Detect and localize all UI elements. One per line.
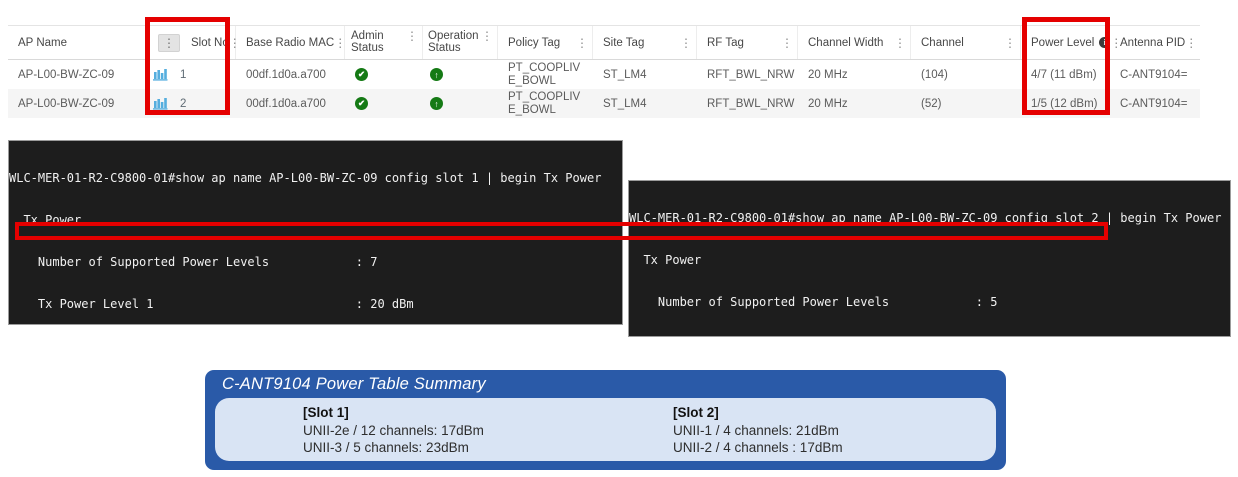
operation-status-up-icon: ↑ bbox=[430, 97, 443, 110]
rf-tag-cell: RFT_BWL_NRW bbox=[697, 60, 798, 89]
site-tag-cell: ST_LM4 bbox=[593, 60, 697, 89]
operation-status-up-icon: ↑ bbox=[430, 68, 443, 81]
column-header-rf-tag[interactable]: RF Tag ⋮ bbox=[697, 26, 798, 59]
column-label: Channel bbox=[921, 37, 964, 49]
column-header-base-radio-mac[interactable]: Base Radio MAC ⋮ bbox=[236, 26, 345, 59]
cli-output-slot1: WLC-MER-01-R2-C9800-01#show ap name AP-L… bbox=[8, 140, 623, 325]
summary-line: UNII-3 / 5 channels: 23dBm bbox=[303, 439, 484, 457]
terminal-line: Tx Power bbox=[9, 213, 622, 227]
cli-output-slot2: WLC-MER-01-R2-C9800-01#show ap name AP-L… bbox=[628, 180, 1231, 337]
column-label: Admin Status bbox=[351, 30, 403, 54]
column-menu-icon[interactable]: ⋮ bbox=[1004, 37, 1016, 49]
base-radio-mac-cell: 00df.1d0a.a700 bbox=[236, 60, 345, 89]
admin-status-up-icon: ✔ bbox=[355, 68, 368, 81]
column-header-antenna-pid[interactable]: Antenna PID ⋮ bbox=[1110, 26, 1200, 59]
base-radio-mac-cell: 00df.1d0a.a700 bbox=[236, 89, 345, 118]
summary-slot1-heading: [Slot 1] bbox=[303, 404, 484, 422]
operation-status-cell: ↑ bbox=[423, 89, 498, 118]
column-menu-icon[interactable]: ⋮ bbox=[680, 37, 692, 49]
policy-tag-cell: PT_COOPLIVE_BOWL bbox=[498, 89, 593, 118]
power-table-summary-callout: C-ANT9104 Power Table Summary [Slot 1] U… bbox=[205, 370, 1006, 470]
terminal-line: Tx Power bbox=[629, 253, 1230, 267]
policy-tag-cell: PT_COOPLIVE_BOWL bbox=[498, 60, 593, 89]
admin-status-cell: ✔ bbox=[345, 60, 423, 89]
antenna-pid-cell: C-ANT9104= bbox=[1110, 89, 1200, 118]
summary-line: UNII-2 / 4 channels : 17dBm bbox=[673, 439, 843, 457]
column-label: Base Radio MAC bbox=[246, 37, 334, 49]
summary-slot2-heading: [Slot 2] bbox=[673, 404, 843, 422]
column-menu-icon[interactable]: ⋮ bbox=[576, 37, 588, 49]
summary-title: C-ANT9104 Power Table Summary bbox=[205, 370, 1006, 394]
column-menu-icon[interactable]: ⋮ bbox=[894, 37, 906, 49]
slot-number[interactable]: 2 bbox=[180, 98, 186, 110]
terminal-line: Number of Supported Power Levels : 5 bbox=[629, 295, 1230, 309]
table-row-slot2: AP-L00-BW-ZC-09 2 00df.1d0a.a700 ✔ ↑ PT_… bbox=[8, 89, 1200, 118]
column-label: Site Tag bbox=[603, 37, 644, 49]
column-header-operation-status[interactable]: Operation Status ⋮ bbox=[423, 26, 498, 59]
terminal-line: WLC-MER-01-R2-C9800-01#show ap name AP-L… bbox=[9, 171, 622, 185]
channel-width-cell: 20 MHz bbox=[798, 60, 911, 89]
radio-stats-chart-icon[interactable] bbox=[153, 68, 168, 81]
column-header-site-tag[interactable]: Site Tag ⋮ bbox=[593, 26, 697, 59]
ap-name-cell: AP-L00-BW-ZC-09 bbox=[8, 89, 148, 118]
terminal-line: Number of Supported Power Levels : 7 bbox=[9, 255, 622, 269]
column-label: Channel Width bbox=[808, 37, 883, 49]
summary-slot1-column: [Slot 1] UNII-2e / 12 channels: 17dBm UN… bbox=[303, 404, 484, 457]
summary-line: UNII-2e / 12 channels: 17dBm bbox=[303, 422, 484, 440]
info-icon[interactable]: i bbox=[1099, 37, 1110, 48]
slot-no-cell: 2 bbox=[148, 89, 236, 118]
summary-body: [Slot 1] UNII-2e / 12 channels: 17dBm UN… bbox=[215, 398, 996, 461]
column-menu-icon[interactable]: ⋮ bbox=[158, 34, 180, 52]
admin-status-cell: ✔ bbox=[345, 89, 423, 118]
column-header-channel[interactable]: Channel ⋮ bbox=[911, 26, 1021, 59]
column-header-ap-name[interactable]: AP Name bbox=[8, 26, 148, 59]
screenshot-root: AP Name ⋮ Slot No ⋮ Base Radio MAC ⋮ Adm… bbox=[0, 0, 1238, 477]
terminal-line: Tx Power Level 1 : 20 dBm bbox=[9, 297, 622, 311]
column-label: Power Level bbox=[1031, 37, 1094, 49]
ap-name-cell: AP-L00-BW-ZC-09 bbox=[8, 60, 148, 89]
channel-cell: (104) bbox=[911, 60, 1021, 89]
column-header-power-level[interactable]: Power Level i ⋮ bbox=[1021, 26, 1110, 59]
column-header-slot-no[interactable]: ⋮ Slot No ⋮ bbox=[148, 26, 236, 59]
channel-width-cell: 20 MHz bbox=[798, 89, 911, 118]
ap-radio-table: AP Name ⋮ Slot No ⋮ Base Radio MAC ⋮ Adm… bbox=[8, 25, 1200, 118]
summary-line: UNII-1 / 4 channels: 21dBm bbox=[673, 422, 843, 440]
column-menu-icon[interactable]: ⋮ bbox=[406, 30, 418, 42]
column-label: Slot No bbox=[191, 37, 229, 49]
column-label: RF Tag bbox=[707, 37, 744, 49]
power-level-cell: 4/7 (11 dBm) bbox=[1021, 60, 1110, 89]
column-menu-icon[interactable]: ⋮ bbox=[781, 37, 793, 49]
power-level-cell: 1/5 (12 dBm) bbox=[1021, 89, 1110, 118]
radio-stats-chart-icon[interactable] bbox=[153, 97, 168, 110]
terminal-line: WLC-MER-01-R2-C9800-01#show ap name AP-L… bbox=[629, 211, 1230, 225]
operation-status-cell: ↑ bbox=[423, 60, 498, 89]
table-header-row: AP Name ⋮ Slot No ⋮ Base Radio MAC ⋮ Adm… bbox=[8, 25, 1200, 60]
site-tag-cell: ST_LM4 bbox=[593, 89, 697, 118]
column-menu-icon[interactable]: ⋮ bbox=[481, 30, 493, 42]
column-label: Policy Tag bbox=[508, 37, 560, 49]
slot-number[interactable]: 1 bbox=[180, 69, 186, 81]
column-header-admin-status[interactable]: Admin Status ⋮ bbox=[345, 26, 423, 59]
slot-no-cell: 1 bbox=[148, 60, 236, 89]
admin-status-up-icon: ✔ bbox=[355, 97, 368, 110]
channel-cell: (52) bbox=[911, 89, 1021, 118]
antenna-pid-cell: C-ANT9104= bbox=[1110, 60, 1200, 89]
column-label: Antenna PID bbox=[1120, 37, 1185, 49]
column-label: AP Name bbox=[18, 37, 67, 49]
summary-slot2-column: [Slot 2] UNII-1 / 4 channels: 21dBm UNII… bbox=[673, 404, 843, 457]
column-header-policy-tag[interactable]: Policy Tag ⋮ bbox=[498, 26, 593, 59]
column-label: Operation Status bbox=[428, 30, 480, 54]
column-menu-icon[interactable]: ⋮ bbox=[1185, 37, 1197, 49]
rf-tag-cell: RFT_BWL_NRW bbox=[697, 89, 798, 118]
column-header-channel-width[interactable]: Channel Width ⋮ bbox=[798, 26, 911, 59]
table-row-slot1: AP-L00-BW-ZC-09 1 00df.1d0a.a700 ✔ ↑ PT_… bbox=[8, 60, 1200, 89]
